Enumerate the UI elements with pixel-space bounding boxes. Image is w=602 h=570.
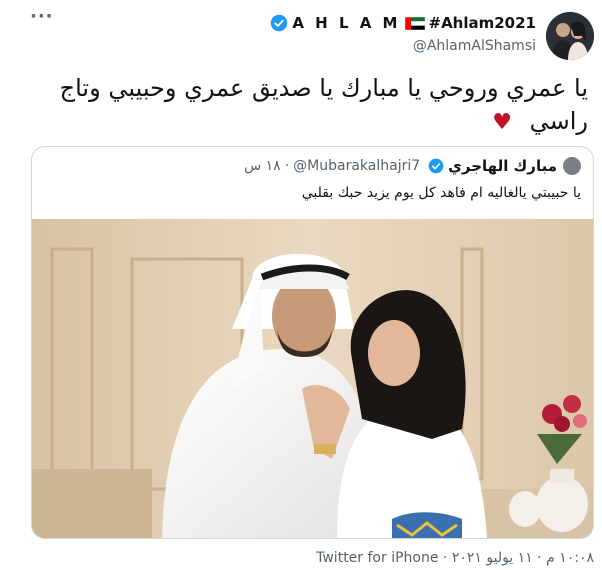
quoted-separator: · [284,158,290,174]
avatar[interactable] [546,12,594,60]
quoted-photo[interactable] [32,219,593,538]
tweet-text: يا عمري وروحي يا مبارك يا صديق عمري وحبي… [28,72,588,139]
author-name-row[interactable]: A H L A M #Ahlam2021 [270,14,536,32]
heart-icon: ♥ [492,110,512,135]
quoted-handle: @Mubarakalhajri7 [293,158,421,174]
verified-badge-icon [271,14,288,32]
quoted-tweet[interactable]: مبارك الهاجري @Mubarakalhajri7 · ١٨ س يا… [31,146,594,539]
author-display-name: A H L A M [292,14,401,32]
uae-flag-icon [404,16,425,30]
quoted-avatar [563,157,581,175]
tweet-date[interactable]: ١١ يوليو ٢٠٢١ [452,550,533,566]
verified-badge-icon [428,158,444,174]
author-handle[interactable]: @AhlamAlShamsi [413,38,536,54]
quoted-tweet-header: مبارك الهاجري @Mubarakalhajri7 · ١٨ س [244,157,581,175]
quoted-text: يا حبيبتي يالغاليه ام فاهد كل يوم يزيد ح… [301,185,581,201]
tweet-card: ··· A H L A M #Ahlam2021 @AhlamAlShamsi … [0,0,602,570]
tweet-time: ١٠:٠٨ م [546,550,594,566]
quoted-time: ١٨ س [244,158,281,174]
author-hashtag[interactable]: #Ahlam2021 [429,14,537,32]
tweet-source[interactable]: Twitter for iPhone [316,550,438,566]
quoted-display-name: مبارك الهاجري [448,157,557,175]
meta-separator: · [537,550,542,566]
meta-separator: · [442,550,448,566]
tweet-meta: ١٠:٠٨ م · ١١ يوليو ٢٠٢١ · Twitter for iP… [316,550,594,566]
more-options-icon[interactable]: ··· [30,8,53,30]
